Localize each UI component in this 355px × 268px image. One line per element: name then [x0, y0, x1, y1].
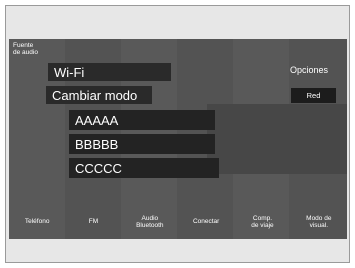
- device-name: CCCCC: [75, 160, 122, 176]
- menu-item-label: Wi-Fi: [54, 64, 85, 80]
- nav-fm[interactable]: FM: [65, 205, 121, 239]
- device-item-2[interactable]: BBBBB: [69, 134, 215, 154]
- device-item-3[interactable]: CCCCC: [69, 158, 219, 178]
- nav-trip-computer[interactable]: Comp. de viaje: [234, 205, 290, 239]
- nav-bluetooth-audio[interactable]: Audio Bluetooth: [122, 205, 178, 239]
- device-name: BBBBB: [75, 136, 119, 152]
- options-button[interactable]: Opciones: [290, 65, 328, 75]
- nav-display-mode[interactable]: Modo de visual.: [291, 205, 347, 239]
- nav-phone[interactable]: Teléfono: [9, 205, 65, 239]
- nav-connect[interactable]: Conectar: [178, 205, 234, 239]
- menu-item-change-mode[interactable]: Cambiar modo: [46, 86, 152, 104]
- device-item-1[interactable]: AAAAA: [69, 110, 215, 130]
- infotainment-screen: Fuente de audio Wi-Fi Cambiar modo AAAAA…: [9, 39, 347, 239]
- audio-source-label[interactable]: Fuente de audio: [13, 42, 38, 56]
- panel-background: [207, 104, 347, 174]
- bottom-nav-bar: Teléfono FM Audio Bluetooth Conectar Com…: [9, 205, 347, 239]
- screenshot-frame: Fuente de audio Wi-Fi Cambiar modo AAAAA…: [5, 5, 350, 263]
- device-name: AAAAA: [75, 112, 119, 128]
- menu-item-wifi[interactable]: Wi-Fi: [48, 63, 171, 81]
- network-button[interactable]: Red: [291, 88, 336, 103]
- menu-item-label: Cambiar modo: [52, 87, 138, 103]
